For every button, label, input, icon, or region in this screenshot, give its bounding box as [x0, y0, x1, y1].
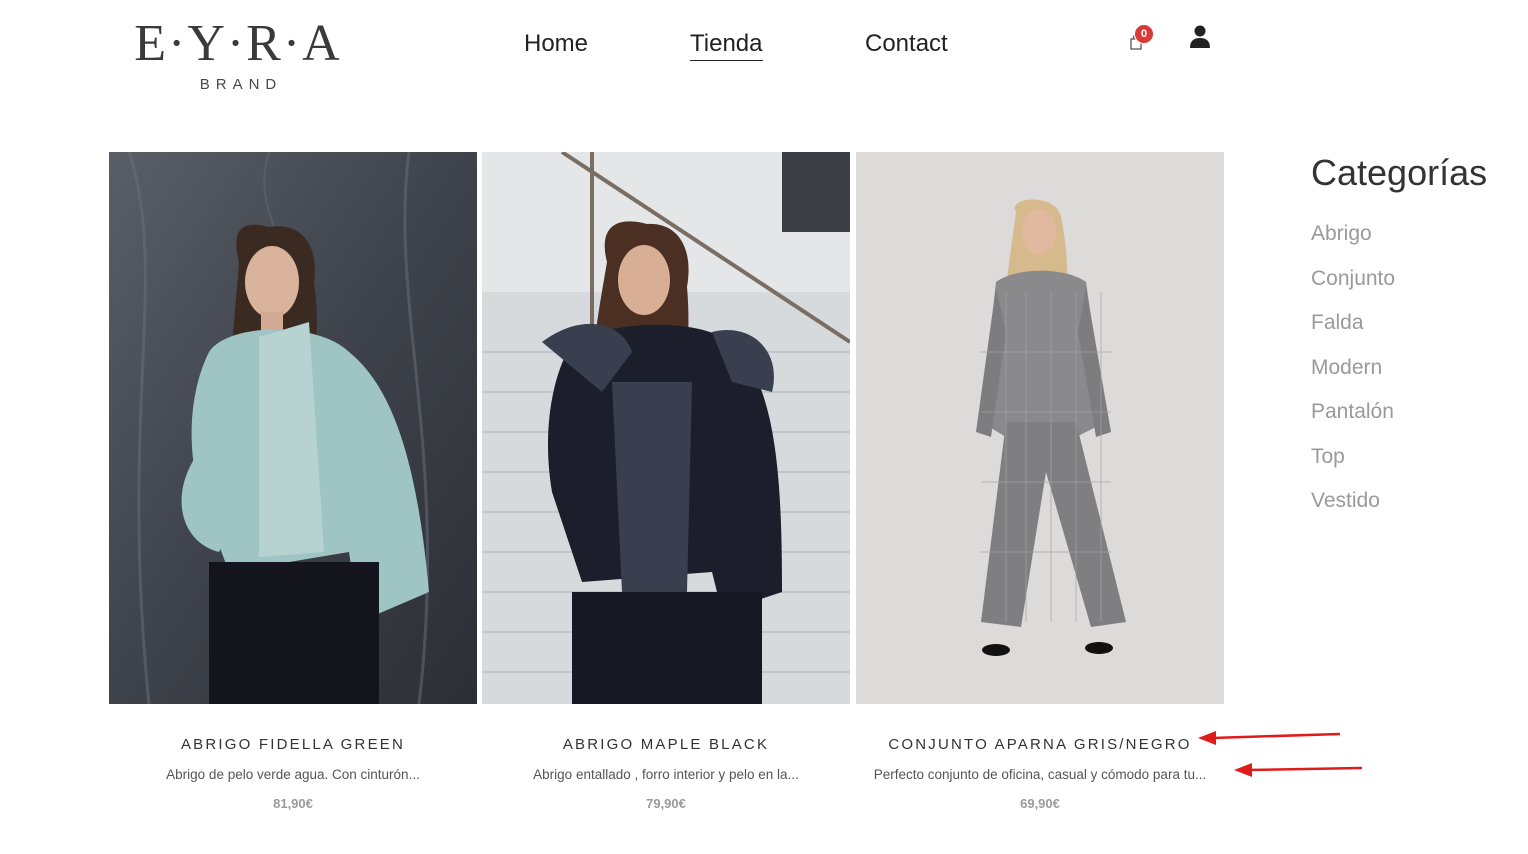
category-item-abrigo[interactable]: Abrigo	[1311, 222, 1487, 267]
product-price: 81,90€	[273, 796, 313, 811]
categories-title: Categorías	[1311, 152, 1488, 193]
user-icon	[1190, 25, 1210, 48]
category-item-top[interactable]: Top	[1311, 445, 1487, 490]
product-description: Abrigo de pelo verde agua. Con cinturón.…	[166, 767, 420, 782]
category-item-modern[interactable]: Modern	[1311, 356, 1487, 401]
product-card[interactable]: ABRIGO FIDELLA GREEN Abrigo de pelo verd…	[109, 152, 477, 811]
logo-subtitle: BRAND	[199, 76, 283, 93]
category-item-vestido[interactable]: Vestido	[1311, 489, 1487, 534]
category-item-falda[interactable]: Falda	[1311, 311, 1487, 356]
annotation-arrows	[1198, 731, 1363, 777]
logo-wordmark: E·Y·R·A	[134, 15, 342, 72]
product-title[interactable]: ABRIGO FIDELLA GREEN	[109, 736, 477, 753]
product-photo-graphic	[109, 152, 477, 704]
product-card[interactable]: CONJUNTO APARNA GRIS/NEGRO Perfecto conj…	[856, 152, 1224, 811]
brand-logo[interactable]: E·Y·R·A BRAND	[128, 14, 348, 100]
product-price: 79,90€	[646, 796, 686, 811]
cart-count-badge: 0	[1134, 24, 1154, 44]
product-photo-graphic	[856, 152, 1224, 704]
product-title[interactable]: ABRIGO MAPLE BLACK	[482, 736, 850, 753]
product-card[interactable]: ABRIGO MAPLE BLACK Abrigo entallado , fo…	[482, 152, 850, 811]
account-button[interactable]	[1188, 24, 1212, 50]
shop-page: E·Y·R·A BRAND Home Tienda Contact 0 ABRI…	[0, 0, 1528, 854]
arrow-to-description	[1234, 763, 1363, 777]
category-list: Abrigo Conjunto Falda Modern Pantalón To…	[1311, 222, 1487, 534]
product-photo-graphic	[482, 152, 850, 704]
nav-link-contact[interactable]: Contact	[865, 28, 948, 60]
cart-button[interactable]: 0	[1124, 24, 1160, 56]
categories-sidebar: Categorías Abrigo Conjunto Falda Modern …	[1311, 152, 1487, 534]
category-item-conjunto[interactable]: Conjunto	[1311, 267, 1487, 312]
nav-link-home[interactable]: Home	[524, 28, 588, 60]
product-image[interactable]	[856, 152, 1224, 704]
product-price: 69,90€	[1020, 796, 1060, 811]
arrow-to-title	[1198, 731, 1341, 745]
product-image[interactable]	[109, 152, 477, 704]
product-description: Perfecto conjunto de oficina, casual y c…	[873, 767, 1207, 782]
category-item-pantalon[interactable]: Pantalón	[1311, 400, 1487, 445]
product-image[interactable]	[482, 152, 850, 704]
product-title[interactable]: CONJUNTO APARNA GRIS/NEGRO	[856, 736, 1224, 753]
nav-link-tienda[interactable]: Tienda	[690, 28, 763, 61]
product-description: Abrigo entallado , forro interior y pelo…	[533, 767, 799, 782]
